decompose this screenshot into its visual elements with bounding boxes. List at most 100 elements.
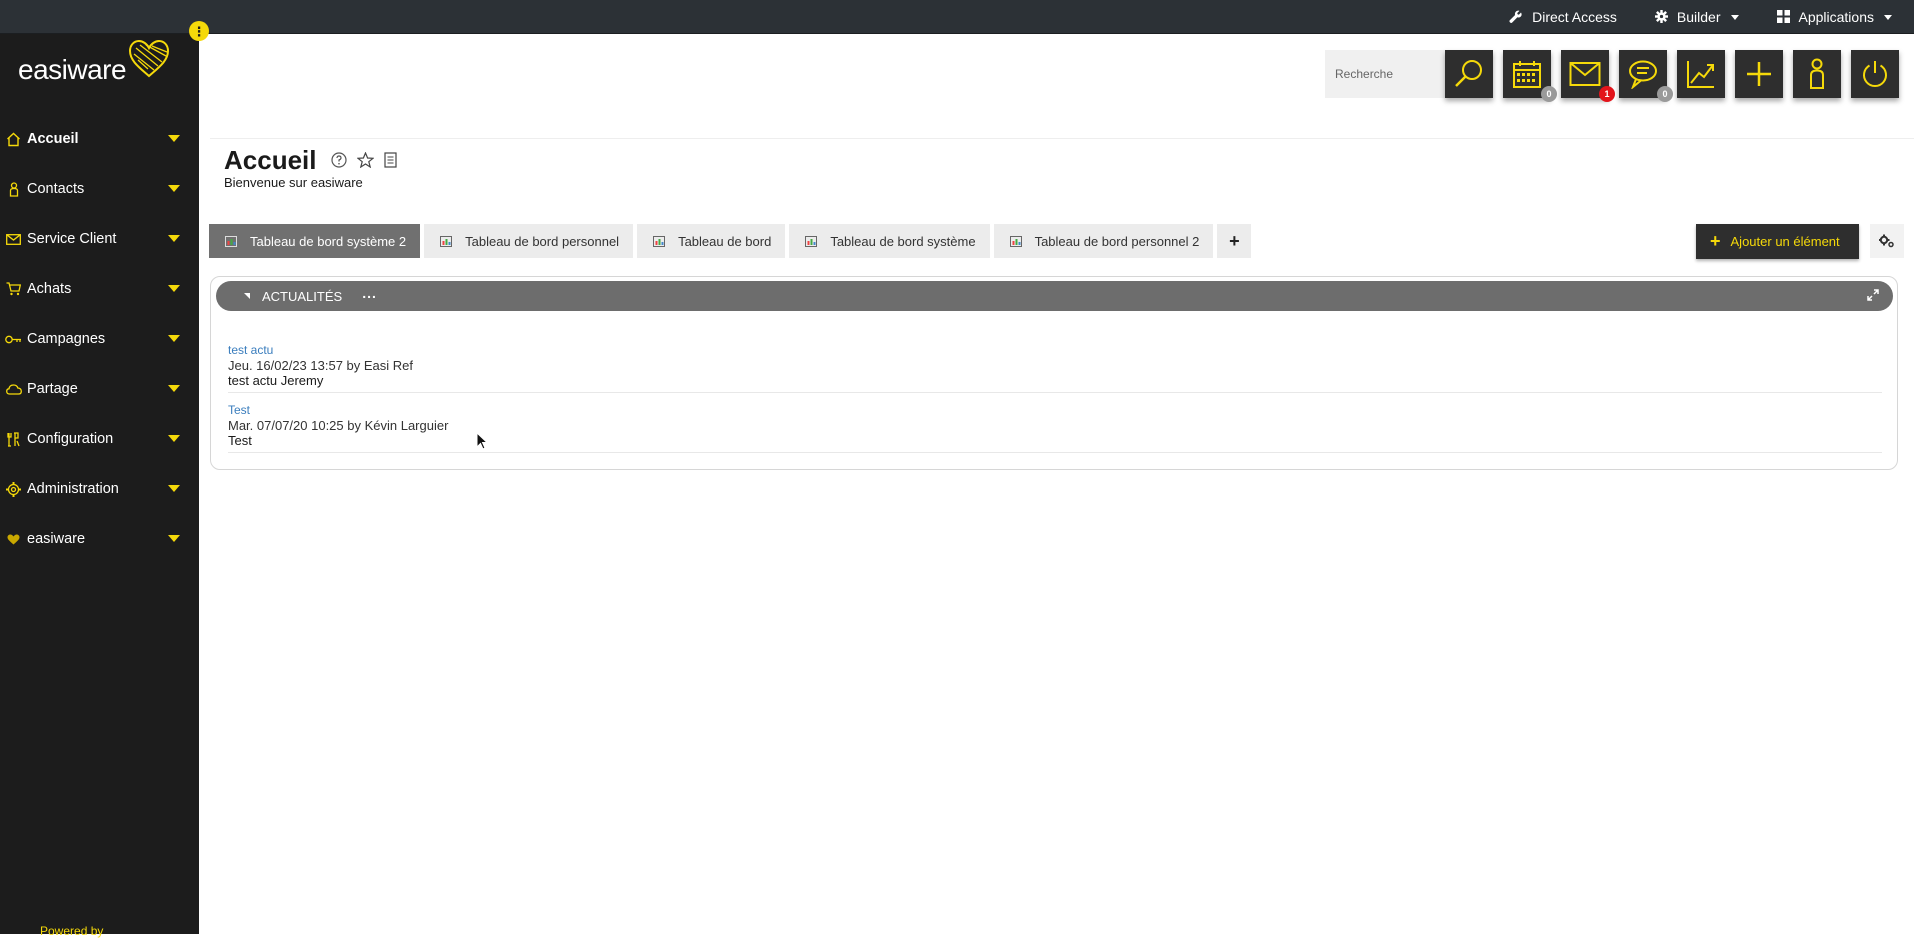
caret-down-icon	[168, 335, 180, 342]
tab-label: Tableau de bord	[678, 233, 772, 249]
sidebar: easiware Accueil Contacts Service Client	[0, 34, 199, 938]
page-subtitle: Bienvenue sur easiware	[224, 175, 363, 190]
mail-button[interactable]: 1	[1561, 50, 1615, 102]
logo-text: easiware	[18, 54, 127, 85]
search-input[interactable]	[1325, 50, 1445, 98]
dashboard-settings-button[interactable]	[1870, 224, 1904, 258]
sidebar-item-label: Service Client	[27, 231, 117, 247]
search-icon	[1455, 60, 1482, 87]
sidebar-item-easiware[interactable]: easiware	[0, 514, 199, 564]
tab-tableau-de-bord-personnel-2[interactable]: Tableau de bord personnel 2	[993, 224, 1214, 258]
chart-line-icon	[1687, 61, 1714, 88]
builder-menu[interactable]: Builder	[1654, 8, 1739, 25]
caret-down-icon	[168, 385, 180, 392]
caret-down-icon	[168, 485, 180, 492]
power-icon	[1863, 61, 1887, 87]
caret-down-icon	[168, 535, 180, 542]
plus-icon: +	[1710, 231, 1721, 251]
sidebar-item-campagnes[interactable]: Campagnes	[0, 314, 199, 364]
caret-down-icon	[168, 235, 180, 242]
sidebar-item-label: Partage	[27, 381, 78, 397]
chevron-down-icon	[1730, 15, 1739, 20]
mail-badge: 1	[1599, 86, 1615, 102]
direct-access-link[interactable]: Direct Access	[1509, 9, 1617, 25]
sidebar-item-service-client[interactable]: Service Client	[0, 214, 199, 264]
dashboard-icon	[440, 235, 453, 247]
top-bar: Direct Access Builder Applications	[0, 0, 1914, 34]
calendar-icon	[1513, 61, 1541, 88]
sidebar-nav: Accueil Contacts Service Client Achats C…	[0, 114, 199, 564]
add-tab-button[interactable]: +	[1217, 224, 1252, 258]
builder-label: Builder	[1676, 8, 1721, 25]
dashboard-tabs: Tableau de bord système 2 Tableau de bor…	[209, 224, 1252, 258]
cloud-icon	[0, 383, 27, 395]
sidebar-item-label: Configuration	[27, 431, 114, 447]
sidebar-item-configuration[interactable]: Configuration	[0, 414, 199, 464]
expand-icon[interactable]	[1867, 289, 1879, 301]
add-element-button[interactable]: + Ajouter un élément	[1696, 224, 1859, 259]
star-icon[interactable]	[357, 152, 374, 168]
tab-tableau-de-bord-personnel[interactable]: Tableau de bord personnel	[424, 224, 634, 258]
more-vertical-icon: ⋮	[192, 23, 206, 39]
search-button[interactable]	[1445, 50, 1493, 98]
sidebar-item-label: Accueil	[27, 131, 79, 147]
create-button[interactable]	[1735, 50, 1783, 98]
add-element-label: Ajouter un élément	[1730, 234, 1840, 249]
heart-icon	[0, 534, 27, 545]
caret-down-icon	[168, 285, 180, 292]
applications-menu[interactable]: Applications	[1776, 9, 1892, 25]
user-icon	[1810, 58, 1824, 89]
chat-icon	[1629, 60, 1657, 89]
sidebar-item-accueil[interactable]: Accueil	[0, 114, 199, 164]
page-title: Accueil	[224, 145, 317, 175]
sidebar-item-partage[interactable]: Partage	[0, 364, 199, 414]
chevron-down-icon	[1884, 15, 1892, 20]
mail-icon	[0, 233, 27, 245]
news-link[interactable]: test actu	[228, 343, 1882, 358]
sidebar-item-label: Contacts	[27, 181, 85, 197]
sidebar-item-contacts[interactable]: Contacts	[0, 164, 199, 214]
sidebar-item-administration[interactable]: Administration	[0, 464, 199, 514]
tab-tableau-de-bord-systeme[interactable]: Tableau de bord système	[789, 224, 990, 258]
tab-label: Tableau de bord personnel 2	[1034, 233, 1200, 249]
sidebar-item-label: Achats	[27, 281, 72, 297]
news-link[interactable]: Test	[228, 403, 1882, 418]
tab-tableau-de-bord-systeme-2[interactable]: Tableau de bord système 2	[209, 224, 421, 258]
home-icon	[0, 132, 27, 147]
calendar-button[interactable]: 0	[1503, 50, 1557, 102]
caret-down-icon	[168, 435, 180, 442]
cogs-icon	[1879, 234, 1894, 248]
widget-title: ACTUALITÉS	[262, 288, 343, 304]
tab-label: Tableau de bord système	[830, 233, 976, 249]
news-body: test actu Jeremy	[228, 373, 324, 388]
statistics-button[interactable]	[1677, 50, 1725, 98]
sidebar-item-label: Administration	[27, 481, 119, 497]
easiware-logo[interactable]: easiware	[18, 40, 178, 88]
collapse-icon[interactable]	[244, 293, 250, 299]
cog-icon	[1654, 10, 1668, 23]
sidebar-item-label: Campagnes	[27, 331, 106, 347]
title-actions	[331, 152, 407, 168]
profile-button[interactable]	[1793, 50, 1841, 98]
dashboard-icon	[225, 235, 237, 247]
heart-logo-icon	[128, 40, 170, 78]
grid-icon	[1776, 10, 1790, 23]
sidebar-item-achats[interactable]: Achats	[0, 264, 199, 314]
chat-button[interactable]: 0	[1619, 50, 1673, 102]
plus-icon	[1747, 62, 1771, 86]
tab-label: Tableau de bord personnel	[465, 233, 620, 249]
help-icon[interactable]	[331, 152, 347, 168]
news-widget: ACTUALITÉS ... test actu Jeu. 16/02/23 1…	[210, 276, 1898, 470]
tab-tableau-de-bord[interactable]: Tableau de bord	[637, 224, 786, 258]
powered-by-label: Powered by	[40, 924, 104, 938]
chat-badge: 0	[1657, 86, 1673, 102]
widget-more-button[interactable]: ...	[362, 285, 377, 301]
document-icon[interactable]	[384, 152, 397, 168]
mouse-cursor-icon	[476, 432, 488, 450]
powered-by: Powered by	[40, 924, 103, 938]
sidebar-options-button[interactable]: ⋮	[189, 21, 209, 41]
logout-button[interactable]	[1851, 50, 1899, 98]
dashboard-icon	[805, 235, 818, 247]
widget-header: ACTUALITÉS ...	[216, 281, 1893, 311]
header-divider	[210, 138, 1914, 139]
